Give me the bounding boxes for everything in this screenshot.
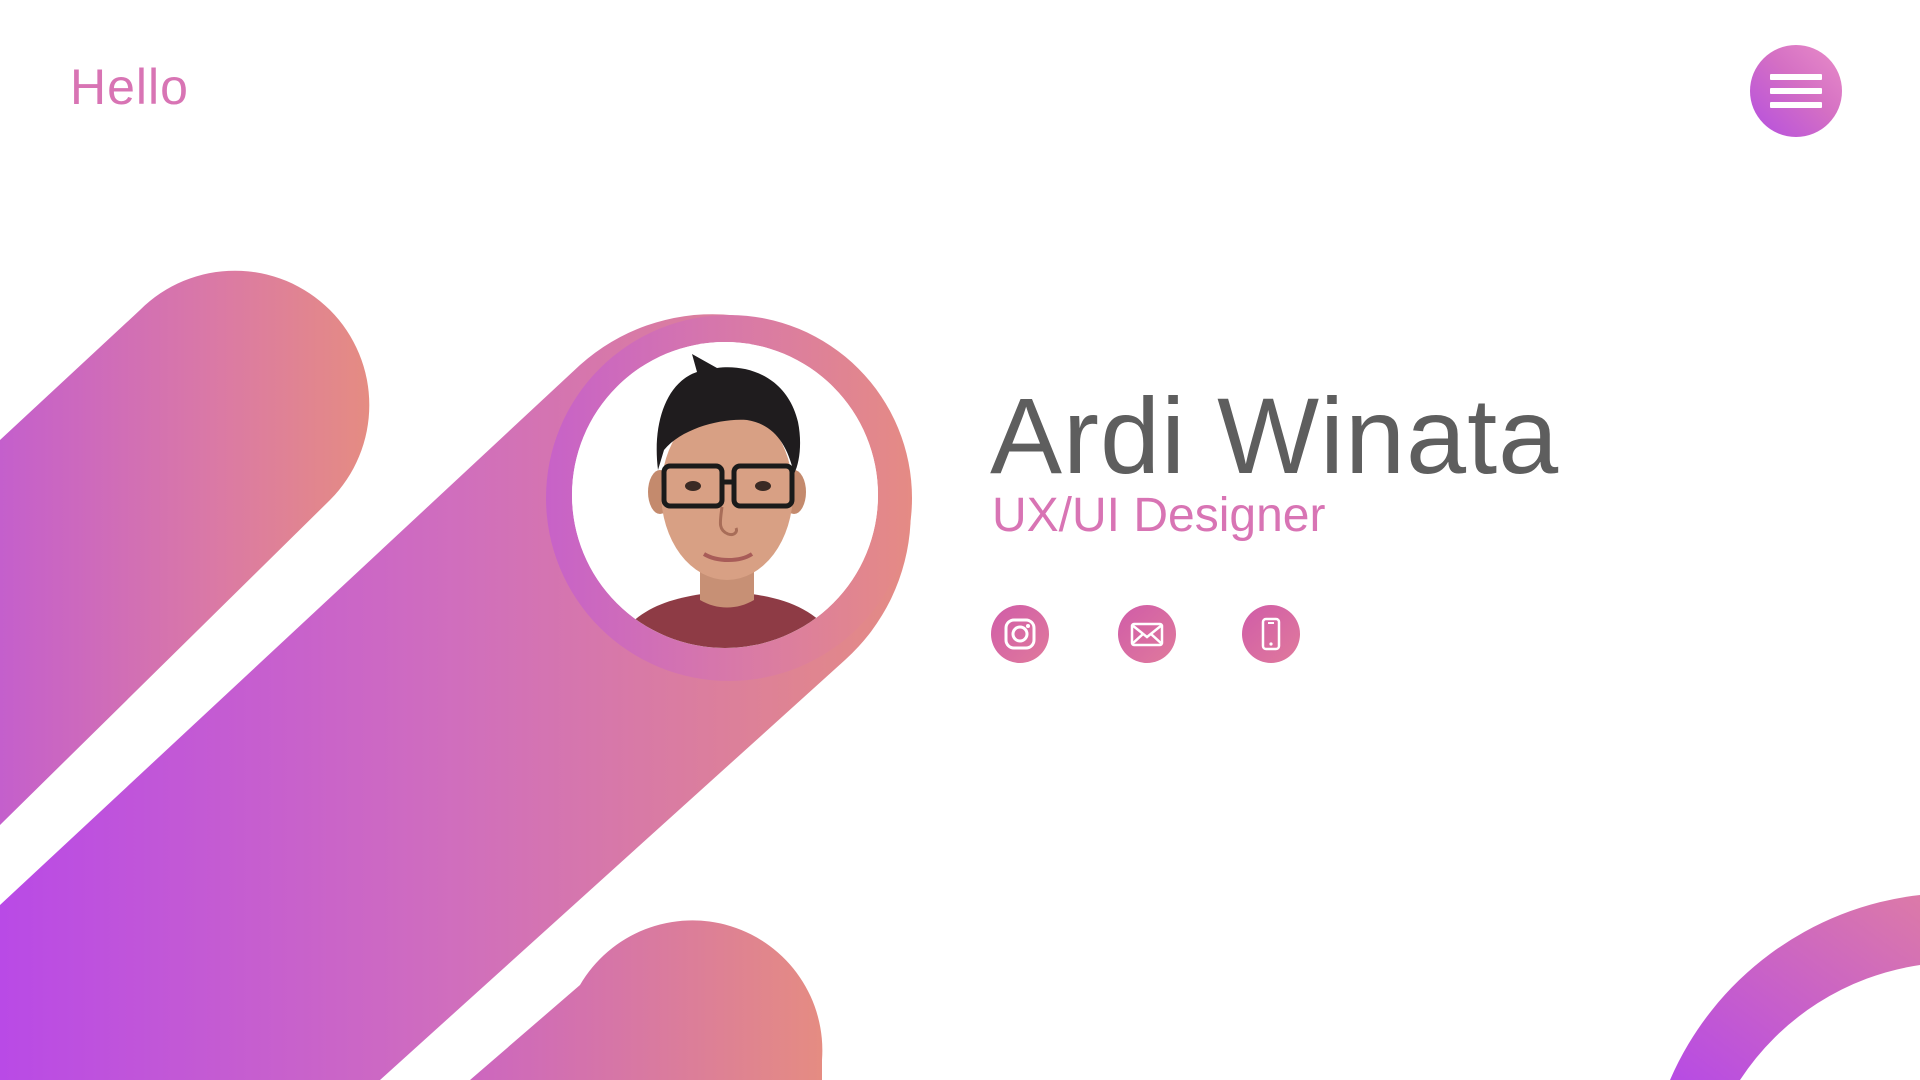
instagram-icon xyxy=(1004,618,1036,650)
phone-link[interactable] xyxy=(1242,605,1300,663)
instagram-link[interactable] xyxy=(991,605,1049,663)
profile-photo xyxy=(572,342,878,648)
bottom-right-arc-shape xyxy=(1670,895,1920,1080)
smartphone-icon xyxy=(1261,617,1281,651)
profile-title: UX/UI Designer xyxy=(992,489,1326,542)
envelope-icon xyxy=(1130,622,1164,647)
email-link[interactable] xyxy=(1118,605,1176,663)
background-shapes xyxy=(0,270,1920,1080)
greeting-text: Hello xyxy=(70,59,189,115)
portfolio-landing-page: Hello Ardi Winata UX/UI Designer xyxy=(0,0,1920,1080)
hamburger-menu-icon-bar-top xyxy=(1770,74,1822,80)
avatar xyxy=(572,342,878,648)
hamburger-menu-icon-bar-bottom xyxy=(1770,102,1822,108)
menu-button[interactable] xyxy=(1750,45,1842,137)
hamburger-menu-icon-bar-middle xyxy=(1770,88,1822,94)
profile-name: Ardi Winata xyxy=(990,375,1560,496)
